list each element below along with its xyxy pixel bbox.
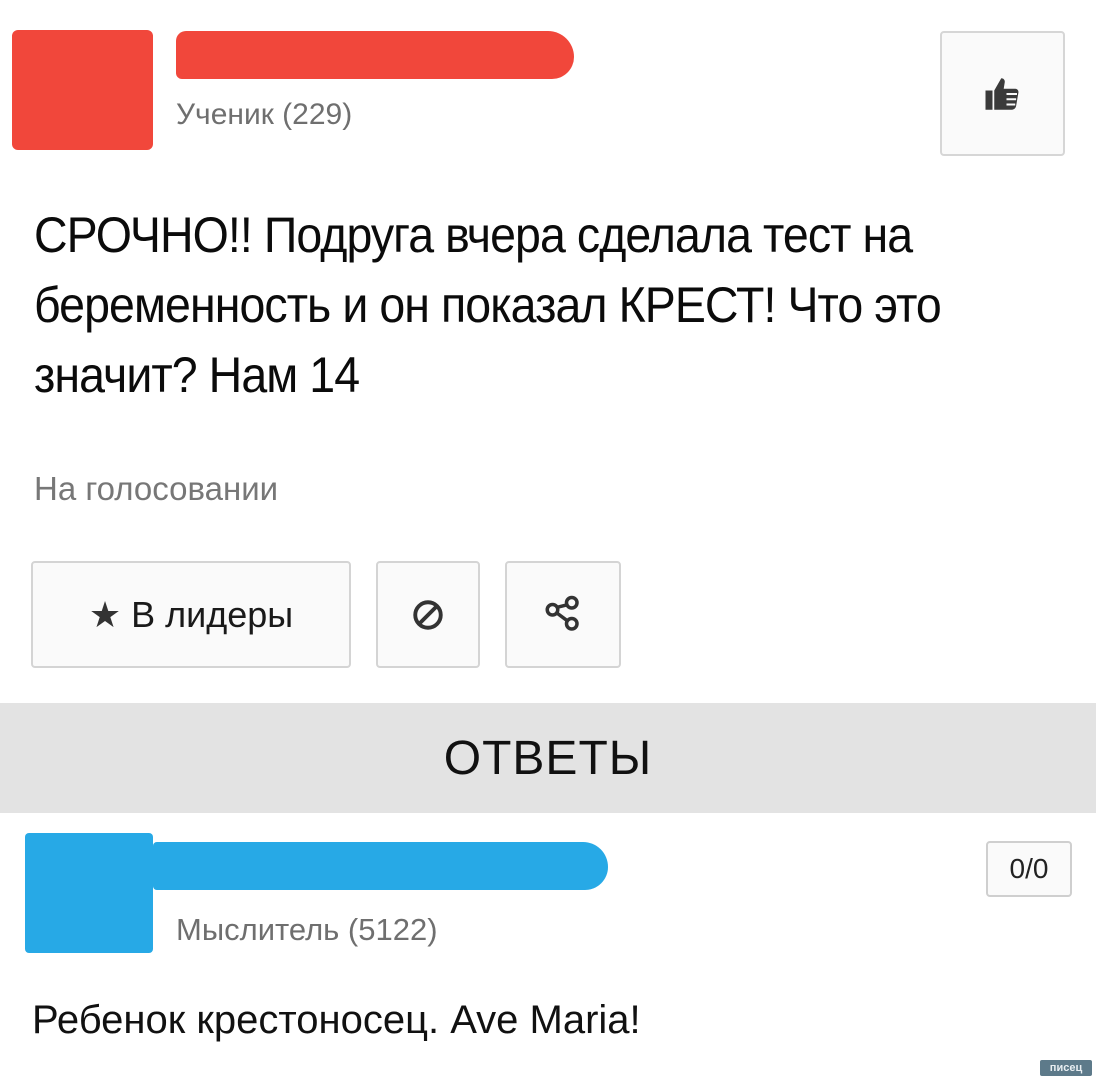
answer-author-rank: Мыслитель (5122): [176, 912, 438, 947]
answer-author-avatar-redacted: [25, 833, 153, 953]
question-status: На голосовании: [34, 470, 279, 507]
answers-section-header: ОТВЕТЫ: [0, 703, 1096, 813]
thumbs-up-icon: [985, 77, 1018, 110]
star-icon: ★: [88, 593, 122, 635]
watermark-text: писец: [1049, 1062, 1083, 1074]
share-button[interactable]: [505, 561, 621, 668]
to-leaders-label: В лидеры: [131, 593, 294, 635]
to-leaders-button[interactable]: ★ В лидеры: [31, 561, 351, 668]
question-author-rank: Ученик (229): [176, 98, 353, 131]
block-icon: [413, 599, 443, 630]
answer-text: Ребенок крестоносец. Ave Maria!: [32, 998, 641, 1042]
watermark-logo: писец: [1040, 1060, 1092, 1076]
answer-author-name-redacted: [153, 842, 608, 890]
answers-header-label: ОТВЕТЫ: [443, 731, 653, 785]
question-author-name-redacted: [176, 31, 574, 79]
answer-score-button[interactable]: 0/0: [986, 841, 1072, 897]
like-button[interactable]: [940, 31, 1065, 156]
question-text: СРОЧНО!! Подруга вчера сделала тест на б…: [34, 207, 942, 403]
question-author-avatar-redacted: [12, 30, 153, 150]
block-button[interactable]: [376, 561, 480, 668]
share-icon: [545, 595, 579, 631]
answer-score: 0/0: [1009, 853, 1049, 884]
